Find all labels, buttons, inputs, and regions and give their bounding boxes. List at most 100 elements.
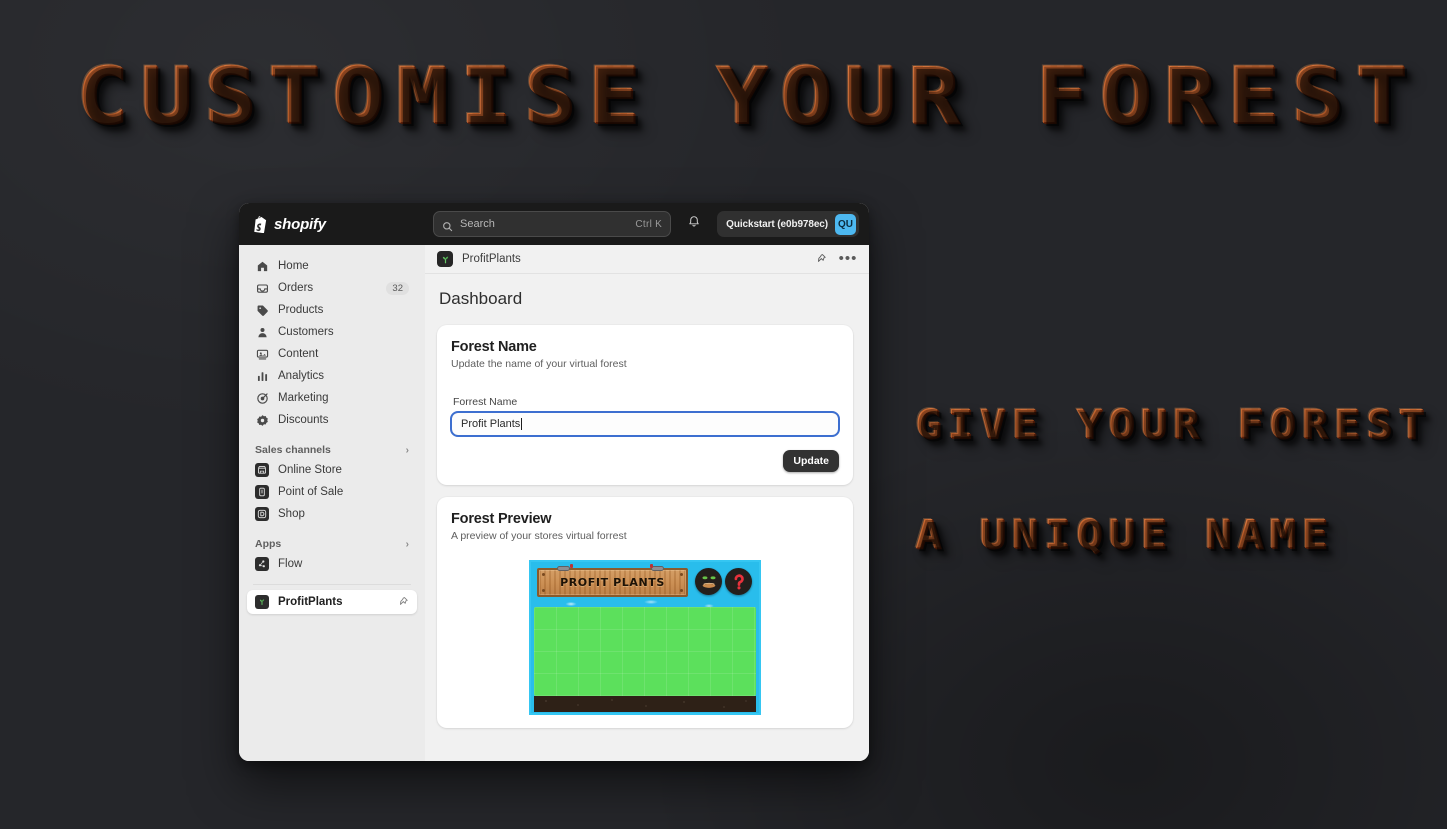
sign-nail-icon: [680, 589, 683, 592]
sidebar-item-label: Content: [278, 348, 319, 360]
sidebar-item-customers[interactable]: Customers: [247, 321, 417, 343]
forest-sign-text: PROFIT PLANTS: [560, 576, 665, 589]
sidebar-item-label: Point of Sale: [278, 486, 344, 498]
account-name: Quickstart (e0b978ec): [726, 218, 828, 230]
shopify-logo-text: shopify: [274, 215, 326, 233]
page-title: Dashboard: [439, 289, 523, 308]
sidebar-item-label: Products: [278, 304, 324, 316]
chevron-right-icon: ›: [405, 538, 409, 550]
form-actions: Update: [451, 450, 839, 472]
sidebar-item-label: Marketing: [278, 392, 329, 404]
pin-icon[interactable]: [397, 596, 409, 608]
app-bar-title: ProfitPlants: [462, 253, 521, 265]
sidebar-item-content[interactable]: Content: [247, 343, 417, 365]
sidebar-item-home[interactable]: Home: [247, 255, 417, 277]
forest-preview-wrapper: PROFIT PLANTS: [451, 560, 839, 715]
content-icon: [255, 347, 269, 361]
account-button[interactable]: Quickstart (e0b978ec) QU: [717, 211, 859, 237]
sidebar-item-profitplants[interactable]: ProfitPlants: [247, 590, 417, 614]
sidebar-item-orders[interactable]: Orders 32: [247, 277, 417, 299]
update-button[interactable]: Update: [783, 450, 839, 472]
sidebar-item-label: Orders: [278, 282, 314, 294]
sidebar-section-apps[interactable]: Apps ›: [247, 538, 417, 550]
bell-icon: [687, 215, 701, 234]
dirt-layer: [534, 696, 756, 712]
sign-nail-icon: [542, 589, 545, 592]
sign-hook-icon: [557, 566, 570, 571]
online-store-icon: [255, 463, 269, 477]
profitplants-icon: [255, 595, 269, 609]
shopify-bag-icon: [253, 215, 268, 233]
shopify-admin-window: shopify Search Ctrl K Quickstart (e0b978…: [239, 203, 869, 761]
card-title: Forest Preview: [451, 511, 552, 527]
sidebar-item-online-store[interactable]: Online Store: [247, 459, 417, 481]
sign-pin-icon: [570, 564, 573, 568]
overlay-tagline-line2: A UNIQUE NAME: [915, 512, 1334, 558]
sidebar-item-label: Flow: [278, 558, 303, 570]
sign-nail-icon: [542, 573, 545, 576]
sidebar-divider: [253, 584, 411, 585]
seedling-badge-icon[interactable]: [695, 568, 722, 595]
shop-icon: [255, 507, 269, 521]
sidebar-item-label: Home: [278, 260, 309, 272]
products-icon: [255, 303, 269, 317]
sign-nail-icon: [680, 573, 683, 576]
overlay-tagline-line1: GIVE YOUR FOREST: [915, 402, 1431, 448]
search-placeholder: Search: [460, 218, 495, 230]
sidebar-section-label: Apps: [255, 538, 282, 550]
sidebar-item-products[interactable]: Products: [247, 299, 417, 321]
sidebar-item-flow[interactable]: Flow: [247, 553, 417, 575]
card-subtitle: A preview of your stores virtual forrest: [451, 530, 627, 542]
sidebar: Home Orders 32 Products Customers Conten…: [239, 245, 425, 761]
forest-preview-canvas[interactable]: PROFIT PLANTS: [529, 560, 761, 715]
forest-name-label: Forrest Name: [453, 396, 518, 408]
notifications-button[interactable]: [681, 211, 707, 237]
avatar: QU: [835, 213, 856, 235]
orders-icon: [255, 281, 269, 295]
more-horizontal-icon[interactable]: •••: [839, 250, 857, 268]
point-of-sale-icon: [255, 485, 269, 499]
orders-badge: 32: [386, 281, 409, 295]
sidebar-item-label: Discounts: [278, 414, 329, 426]
sidebar-item-discounts[interactable]: Discounts: [247, 409, 417, 431]
sidebar-item-label: Shop: [278, 508, 305, 520]
sidebar-item-label: Online Store: [278, 464, 342, 476]
app-bar: ProfitPlants •••: [425, 245, 869, 274]
forest-preview-card: Forest Preview A preview of your stores …: [437, 497, 853, 728]
search-icon: [442, 219, 453, 231]
sign-pin-icon: [650, 564, 653, 568]
grass-layer: [534, 607, 756, 696]
pin-icon[interactable]: [812, 250, 830, 268]
card-title: Forest Name: [451, 339, 537, 355]
forest-name-input[interactable]: Profit Plants: [450, 411, 840, 437]
sidebar-item-label: Analytics: [278, 370, 325, 382]
sidebar-item-point-of-sale[interactable]: Point of Sale: [247, 481, 417, 503]
shopify-logo[interactable]: shopify: [253, 216, 423, 233]
sidebar-item-analytics[interactable]: Analytics: [247, 365, 417, 387]
customers-icon: [255, 325, 269, 339]
top-bar: shopify Search Ctrl K Quickstart (e0b978…: [239, 203, 869, 245]
forest-sign: PROFIT PLANTS: [537, 564, 688, 597]
forest-name-card: Forest Name Update the name of your virt…: [437, 325, 853, 485]
marketing-icon: [255, 391, 269, 405]
sidebar-item-marketing[interactable]: Marketing: [247, 387, 417, 409]
sidebar-item-shop[interactable]: Shop: [247, 503, 417, 525]
question-mark-badge-icon[interactable]: [725, 568, 752, 595]
sidebar-item-label: Customers: [278, 326, 334, 338]
profitplants-icon: [437, 251, 453, 267]
search-shortcut-hint: Ctrl K: [635, 218, 663, 230]
discounts-icon: [255, 413, 269, 427]
overlay-title: CUSTOMISE YOUR FOREST: [76, 52, 1420, 142]
flow-icon: [255, 557, 269, 571]
sidebar-item-label: ProfitPlants: [278, 596, 343, 608]
home-icon: [255, 259, 269, 273]
chevron-right-icon: ›: [405, 444, 409, 456]
card-subtitle: Update the name of your virtual forest: [451, 358, 627, 370]
search-input[interactable]: Search Ctrl K: [433, 211, 672, 237]
forest-name-value: Profit Plants: [461, 418, 521, 430]
content-area: Dashboard Forest Name Update the name of…: [425, 274, 869, 761]
sidebar-section-label: Sales channels: [255, 444, 331, 456]
sidebar-section-sales-channels[interactable]: Sales channels ›: [247, 444, 417, 456]
analytics-icon: [255, 369, 269, 383]
main-panel: ProfitPlants ••• Dashboard Forest Name U…: [425, 245, 869, 761]
